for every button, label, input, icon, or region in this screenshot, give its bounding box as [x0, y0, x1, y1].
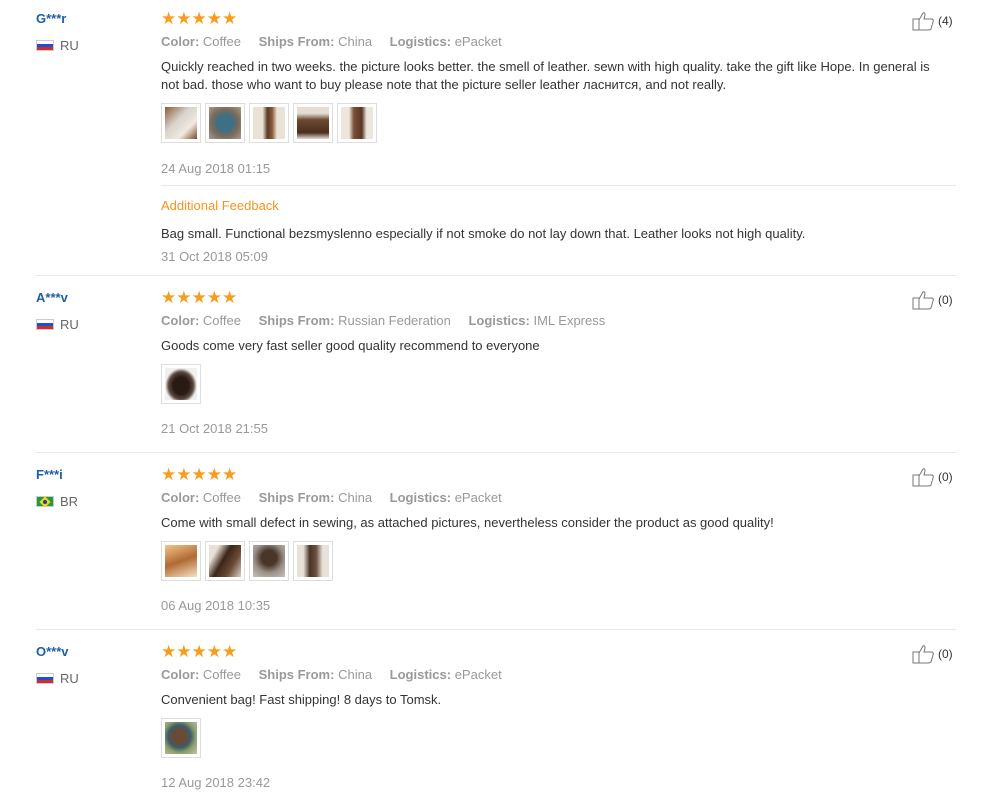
review-photos	[161, 541, 333, 581]
star-rating: ★★★★★	[161, 642, 238, 661]
ships-from-label: Ships From:	[258, 34, 335, 49]
review-date: 12 Aug 2018 23:42	[161, 775, 271, 790]
reviewer-country: RU	[36, 38, 79, 53]
order-info: Color: Coffee Ships From: Russian Federa…	[161, 313, 619, 328]
reviewer-country: BR	[36, 494, 78, 509]
helpful-button[interactable]: (0)	[912, 290, 953, 310]
review-photo[interactable]	[205, 103, 245, 143]
logistics-value: ePacket	[454, 667, 502, 682]
flag-br-icon	[36, 496, 54, 507]
star-rating: ★★★★★	[161, 288, 238, 307]
ships-from-value: China	[338, 490, 373, 505]
logistics-label: Logistics:	[389, 490, 452, 505]
reviewer-name[interactable]: A***v	[36, 290, 68, 305]
helpful-count: (0)	[938, 293, 953, 307]
review-divider	[36, 275, 956, 276]
logistics-label: Logistics:	[468, 313, 530, 328]
thumbs-up-icon	[912, 12, 934, 31]
review-photos	[161, 103, 377, 143]
country-code: BR	[60, 494, 79, 509]
color-value: Coffee	[202, 667, 241, 682]
order-info: Color: Coffee Ships From: China Logistic…	[161, 667, 516, 682]
logistics-label: Logistics:	[389, 667, 452, 682]
ships-from-label: Ships From:	[258, 667, 335, 682]
country-code: RU	[60, 38, 79, 53]
helpful-count: (4)	[938, 14, 953, 28]
review-divider	[36, 452, 956, 453]
country-code: RU	[60, 671, 79, 686]
additional-feedback-title: Additional Feedback	[161, 198, 279, 213]
color-label: Color:	[161, 490, 200, 505]
review-photo[interactable]	[293, 541, 333, 581]
color-label: Color:	[161, 313, 200, 328]
country-code: RU	[60, 317, 79, 332]
review-date: 06 Aug 2018 10:35	[161, 598, 271, 613]
review-text: Come with small defect in sewing, as att…	[161, 515, 774, 530]
review-date: 24 Aug 2018 01:15	[161, 161, 271, 176]
helpful-button[interactable]: (4)	[912, 11, 953, 31]
thumbs-up-icon	[912, 291, 934, 310]
order-info: Color: Coffee Ships From: China Logistic…	[161, 490, 516, 505]
ships-from-label: Ships From:	[258, 490, 335, 505]
reviewer-country: RU	[36, 671, 79, 686]
star-rating: ★★★★★	[161, 9, 238, 28]
review-text: Quickly reached in two weeks. the pictur…	[161, 59, 930, 92]
review-text: Convenient bag! Fast shipping! 8 days to…	[161, 692, 442, 707]
order-info: Color: Coffee Ships From: China Logistic…	[161, 34, 516, 49]
review-photo[interactable]	[161, 103, 201, 143]
ships-from-value: Russian Federation	[338, 313, 451, 328]
review-photo[interactable]	[293, 103, 333, 143]
reviewer-country: RU	[36, 317, 79, 332]
star-rating: ★★★★★	[161, 465, 238, 484]
ships-from-value: China	[338, 667, 373, 682]
review-divider	[36, 629, 956, 630]
additional-feedback-text: Bag small. Functional bezsmyslenno espec…	[161, 226, 806, 241]
review-photo[interactable]	[337, 103, 377, 143]
color-value: Coffee	[202, 313, 241, 328]
ships-from-label: Ships From:	[258, 313, 335, 328]
review-photo[interactable]	[205, 541, 245, 581]
ships-from-value: China	[338, 34, 373, 49]
helpful-button[interactable]: (0)	[912, 467, 953, 487]
review-photo[interactable]	[249, 103, 289, 143]
flag-ru-icon	[36, 40, 54, 51]
review-photo[interactable]	[161, 541, 201, 581]
divider	[161, 185, 956, 186]
helpful-count: (0)	[938, 470, 953, 484]
color-value: Coffee	[202, 34, 241, 49]
logistics-label: Logistics:	[389, 34, 452, 49]
review-date: 21 Oct 2018 21:55	[161, 421, 268, 436]
logistics-value: ePacket	[454, 490, 502, 505]
reviewer-name[interactable]: G***r	[36, 11, 66, 26]
color-label: Color:	[161, 667, 200, 682]
review-text: Goods come very fast seller good quality…	[161, 338, 540, 353]
review-photo[interactable]	[249, 541, 289, 581]
helpful-count: (0)	[938, 647, 953, 661]
flag-ru-icon	[36, 319, 54, 330]
review-photo[interactable]	[161, 364, 201, 404]
thumbs-up-icon	[912, 468, 934, 487]
color-label: Color:	[161, 34, 200, 49]
flag-ru-icon	[36, 673, 54, 684]
reviewer-name[interactable]: O***v	[36, 644, 69, 659]
color-value: Coffee	[202, 490, 241, 505]
additional-feedback-date: 31 Oct 2018 05:09	[161, 249, 268, 264]
logistics-value: ePacket	[454, 34, 502, 49]
review-photo[interactable]	[161, 718, 201, 758]
reviewer-name[interactable]: F***i	[36, 467, 63, 482]
helpful-button[interactable]: (0)	[912, 644, 953, 664]
thumbs-up-icon	[912, 645, 934, 664]
review-photos	[161, 718, 201, 758]
logistics-value: IML Express	[533, 313, 606, 328]
review-photos	[161, 364, 201, 404]
